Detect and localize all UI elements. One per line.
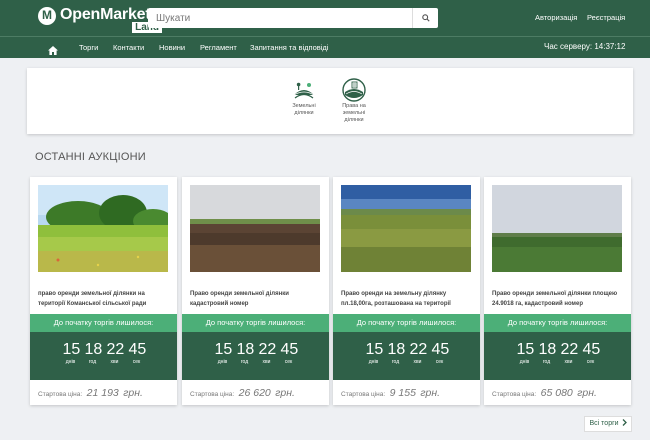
register-link[interactable]: Реєстрація bbox=[587, 13, 625, 22]
hours-label: год bbox=[542, 359, 551, 365]
auction-card[interactable]: Право оренди на земельну ділянку пл.18,0… bbox=[333, 177, 480, 405]
seconds-label: сек bbox=[284, 359, 293, 365]
countdown-seconds: 45 bbox=[128, 341, 147, 358]
main-nav: Торги Контакти Новини Регламент Запитанн… bbox=[0, 36, 650, 58]
start-price: Стартова ціна: 9 155 грн. bbox=[341, 383, 440, 401]
price-value: 21 193 bbox=[86, 387, 119, 399]
nav-item-auctions[interactable]: Торги bbox=[79, 43, 98, 52]
category-land-plots[interactable]: Земельні ділянки bbox=[284, 78, 324, 117]
search-icon bbox=[421, 14, 430, 22]
countdown-days: 15 bbox=[516, 341, 535, 358]
price-currency: грн. bbox=[577, 387, 597, 399]
land-plots-icon bbox=[292, 78, 316, 102]
price-currency: грн. bbox=[123, 387, 143, 399]
category-land-rights[interactable]: Права на земельні ділянки bbox=[334, 78, 374, 124]
auction-card[interactable]: Право оренди земельної ділянки кадастров… bbox=[182, 177, 329, 405]
seconds-label: сек bbox=[435, 359, 444, 365]
auction-image bbox=[38, 185, 168, 272]
countdown-hours: 18 bbox=[84, 341, 103, 358]
home-icon[interactable] bbox=[48, 42, 58, 60]
countdown-days: 15 bbox=[62, 341, 81, 358]
nav-item-faq[interactable]: Запитання та відповіді bbox=[250, 43, 328, 52]
countdown-hours: 18 bbox=[387, 341, 406, 358]
all-auctions-label: Всі торги bbox=[589, 420, 619, 427]
auction-title[interactable]: право оренди земельної ділянки на терито… bbox=[38, 289, 172, 309]
auction-image bbox=[341, 185, 471, 272]
hours-label: год bbox=[391, 359, 400, 365]
price-label: Стартова ціна: bbox=[492, 391, 537, 398]
nav-item-news[interactable]: Новини bbox=[159, 43, 185, 52]
countdown-days: 15 bbox=[214, 341, 233, 358]
price-label: Стартова ціна: bbox=[38, 391, 83, 398]
days-label: днів bbox=[519, 359, 530, 365]
section-title: ОСТАННІ АУКЦІОНИ bbox=[35, 151, 146, 163]
minutes-label: хви bbox=[262, 359, 271, 365]
price-currency: грн. bbox=[420, 387, 441, 399]
start-price: Стартова ціна: 65 080 грн. bbox=[492, 383, 597, 401]
search-bar bbox=[148, 8, 438, 28]
countdown-label: До початку торгів лишилося: bbox=[333, 314, 480, 332]
chevron-right-icon bbox=[622, 419, 627, 426]
countdown-seconds: 45 bbox=[431, 341, 450, 358]
auction-title[interactable]: Право оренди на земельну ділянку пл.18,0… bbox=[341, 289, 475, 309]
countdown-label: До початку торгів лишилося: bbox=[484, 314, 631, 332]
countdown-timer: 15 днів 18 год 22 хви 45 сек bbox=[484, 332, 631, 380]
countdown-timer: 15 днів 18 год 22 хви 45 сек bbox=[333, 332, 480, 380]
categories-panel: Земельні ділянки Права на земельні ділян… bbox=[27, 68, 633, 134]
auction-title[interactable]: Право оренди земельної ділянки кадастров… bbox=[190, 289, 324, 309]
countdown-timer: 15 днів 18 год 22 хви 45 сек bbox=[30, 332, 177, 380]
countdown-minutes: 22 bbox=[560, 341, 579, 358]
auction-card[interactable]: право оренди земельної ділянки на терито… bbox=[30, 177, 177, 405]
top-bar: OpenMarket Land Авторизація Реєстрація bbox=[0, 0, 650, 36]
price-currency: грн. bbox=[275, 387, 295, 399]
seconds-label: сек bbox=[132, 359, 141, 365]
nav-item-regulations[interactable]: Регламент bbox=[200, 43, 237, 52]
start-price: Стартова ціна: 21 193 грн. bbox=[38, 383, 143, 401]
countdown-minutes: 22 bbox=[409, 341, 428, 358]
nav-item-contacts[interactable]: Контакти bbox=[113, 43, 144, 52]
price-value: 9 155 bbox=[389, 387, 416, 399]
minutes-label: хви bbox=[413, 359, 422, 365]
price-label: Стартова ціна: bbox=[341, 391, 386, 398]
start-price: Стартова ціна: 26 620 грн. bbox=[190, 383, 295, 401]
minutes-label: хви bbox=[110, 359, 119, 365]
search-button[interactable] bbox=[412, 8, 438, 28]
days-label: днів bbox=[217, 359, 228, 365]
countdown-minutes: 22 bbox=[106, 341, 125, 358]
auction-card[interactable]: Право оренди земельної ділянки площею 24… bbox=[484, 177, 631, 405]
price-label: Стартова ціна: bbox=[190, 391, 235, 398]
countdown-hours: 18 bbox=[538, 341, 557, 358]
auction-image bbox=[492, 185, 622, 272]
price-value: 65 080 bbox=[540, 387, 573, 399]
seconds-label: сек bbox=[586, 359, 595, 365]
days-label: днів bbox=[368, 359, 379, 365]
all-auctions-button[interactable]: Всі торги bbox=[584, 416, 632, 432]
countdown-label: До початку торгів лишилося: bbox=[30, 314, 177, 332]
login-link[interactable]: Авторизація bbox=[535, 13, 577, 22]
search-input[interactable] bbox=[148, 8, 412, 28]
countdown-minutes: 22 bbox=[258, 341, 277, 358]
auction-title[interactable]: Право оренди земельної ділянки площею 24… bbox=[492, 289, 626, 309]
countdown-seconds: 45 bbox=[582, 341, 601, 358]
price-value: 26 620 bbox=[238, 387, 271, 399]
hours-label: год bbox=[240, 359, 249, 365]
countdown-label: До початку торгів лишилося: bbox=[182, 314, 329, 332]
category-label: Земельні ділянки bbox=[292, 103, 316, 116]
days-label: днів bbox=[65, 359, 76, 365]
category-label: Права на земельні ділянки bbox=[342, 103, 366, 123]
hours-label: год bbox=[88, 359, 97, 365]
countdown-seconds: 45 bbox=[280, 341, 299, 358]
server-time: Час серверу: 14:37:12 bbox=[544, 42, 626, 51]
logo[interactable]: OpenMarket Land bbox=[38, 5, 164, 33]
countdown-hours: 18 bbox=[236, 341, 255, 358]
auction-image bbox=[190, 185, 320, 272]
minutes-label: хви bbox=[564, 359, 573, 365]
countdown-days: 15 bbox=[365, 341, 384, 358]
land-rights-icon bbox=[342, 78, 366, 102]
countdown-timer: 15 днів 18 год 22 хви 45 сек bbox=[182, 332, 329, 380]
logo-icon bbox=[38, 7, 56, 25]
